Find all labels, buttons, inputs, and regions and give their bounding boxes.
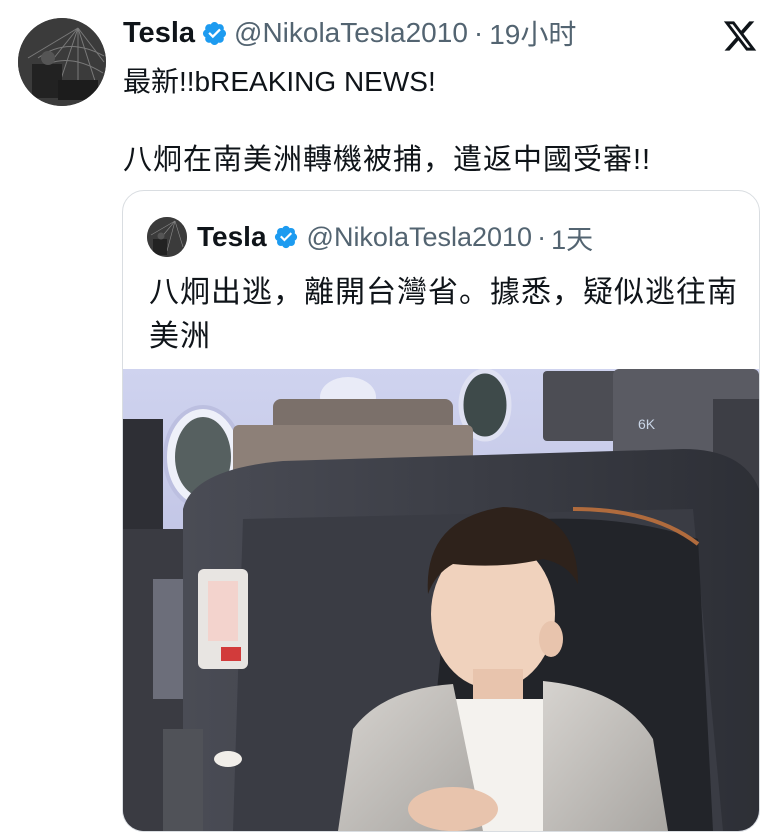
tweet-timestamp[interactable]: 19小时 (489, 13, 576, 53)
quoted-tweet-timestamp[interactable]: 1天 (551, 218, 593, 257)
separator-dot: · (473, 17, 484, 48)
quoted-tweet-text: 八炯出逃，離開台灣省。據悉，疑似逃往南美洲 (149, 276, 738, 353)
svg-text:6K: 6K (638, 416, 656, 432)
author-avatar[interactable] (18, 18, 106, 106)
verified-badge-icon (274, 225, 297, 249)
x-logo-icon[interactable] (720, 18, 760, 54)
verified-badge-icon (202, 21, 227, 45)
separator-dot: · (537, 221, 547, 252)
quoted-tweet-header: Tesla @NikolaTesla2010 · 1天 (197, 219, 593, 255)
tweet-text-line-1: 最新!!bREAKING NEWS! (123, 66, 436, 97)
quoted-tweet-card[interactable]: Tesla @NikolaTesla2010 · 1天 八炯出逃，離開台灣省。據… (122, 190, 760, 832)
author-name[interactable]: Tesla (123, 17, 195, 50)
quoted-author-avatar[interactable] (147, 217, 187, 257)
tweet-text-line-2: 八炯在南美洲轉機被捕，遣返中國受審!! (123, 144, 652, 176)
quoted-author-name[interactable]: Tesla (197, 221, 267, 253)
quoted-tweet-photo[interactable]: 6K (123, 369, 759, 831)
quoted-author-handle[interactable]: @NikolaTesla2010 (307, 222, 533, 253)
tweet-header: Tesla @NikolaTesla2010 · 19小时 (123, 14, 576, 52)
author-handle[interactable]: @NikolaTesla2010 (234, 17, 468, 49)
